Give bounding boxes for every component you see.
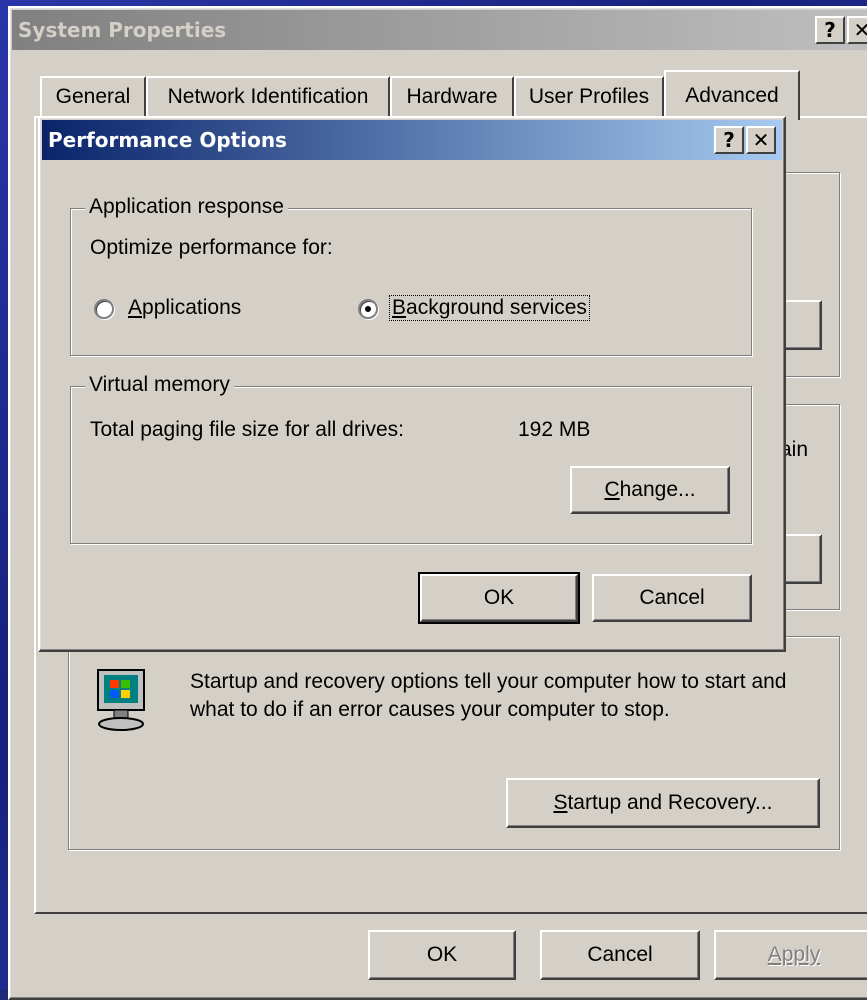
change-label: Change...	[604, 478, 696, 501]
cancel-button[interactable]: Cancel	[540, 930, 700, 980]
ok-button[interactable]: OK	[368, 930, 516, 980]
close-button[interactable]: ✕	[847, 16, 867, 44]
radio-applications-label[interactable]: Applications	[128, 296, 241, 320]
group-legend: Application response	[85, 195, 288, 219]
optimize-prompt: Optimize performance for:	[90, 236, 333, 259]
tab-user-profiles[interactable]: User Profiles	[514, 76, 664, 116]
startup-recovery-button[interactable]: Startup and Recovery...	[506, 778, 820, 828]
close-button[interactable]: ✕	[746, 126, 776, 154]
cancel-label: Cancel	[639, 586, 705, 609]
tab-label: General	[55, 85, 131, 108]
tab-hardware[interactable]: Hardware	[390, 76, 514, 116]
tab-label: User Profiles	[528, 85, 650, 108]
group-legend: Virtual memory	[85, 373, 234, 397]
tab-advanced[interactable]: Advanced	[664, 70, 800, 120]
radio-background-services[interactable]	[358, 299, 378, 319]
paging-label: Total paging file size for all drives:	[90, 418, 404, 441]
dialog-title: Performance Options	[48, 128, 287, 152]
radio-applications[interactable]	[94, 299, 114, 319]
tab-network-identification[interactable]: Network Identification	[146, 76, 390, 116]
startup-description: Startup and recovery options tell your c…	[190, 670, 787, 721]
apply-button[interactable]: Apply	[714, 930, 867, 980]
help-button[interactable]: ?	[714, 126, 744, 154]
virtual-memory-group: Virtual memory	[70, 373, 752, 544]
radio-background-services-label[interactable]: Background services	[389, 295, 590, 321]
paging-value: 192 MB	[518, 418, 591, 441]
ok-label: OK	[483, 586, 515, 609]
cancel-label: Cancel	[587, 943, 653, 966]
computer-icon	[94, 666, 154, 736]
application-response-group: Application response	[70, 195, 752, 356]
tab-label: Advanced	[685, 84, 779, 107]
tab-label: Hardware	[406, 85, 498, 108]
performance-options-titlebar[interactable]: Performance Options ? ✕	[42, 120, 782, 160]
help-button[interactable]: ?	[815, 16, 845, 44]
ok-label: OK	[426, 943, 458, 966]
dialog-cancel-button[interactable]: Cancel	[592, 574, 752, 622]
startup-recovery-label: Startup and Recovery...	[553, 791, 773, 814]
tab-general[interactable]: General	[40, 76, 146, 116]
change-button[interactable]: Change...	[570, 466, 730, 514]
tab-label: Network Identification	[167, 85, 369, 108]
window-title: System Properties	[18, 18, 227, 42]
dialog-ok-button[interactable]: OK	[418, 572, 580, 624]
system-properties-titlebar[interactable]: System Properties ? ✕	[12, 10, 867, 50]
apply-label: Apply	[767, 943, 821, 966]
performance-options-dialog: Performance Options ? ✕ Application resp…	[38, 116, 786, 652]
